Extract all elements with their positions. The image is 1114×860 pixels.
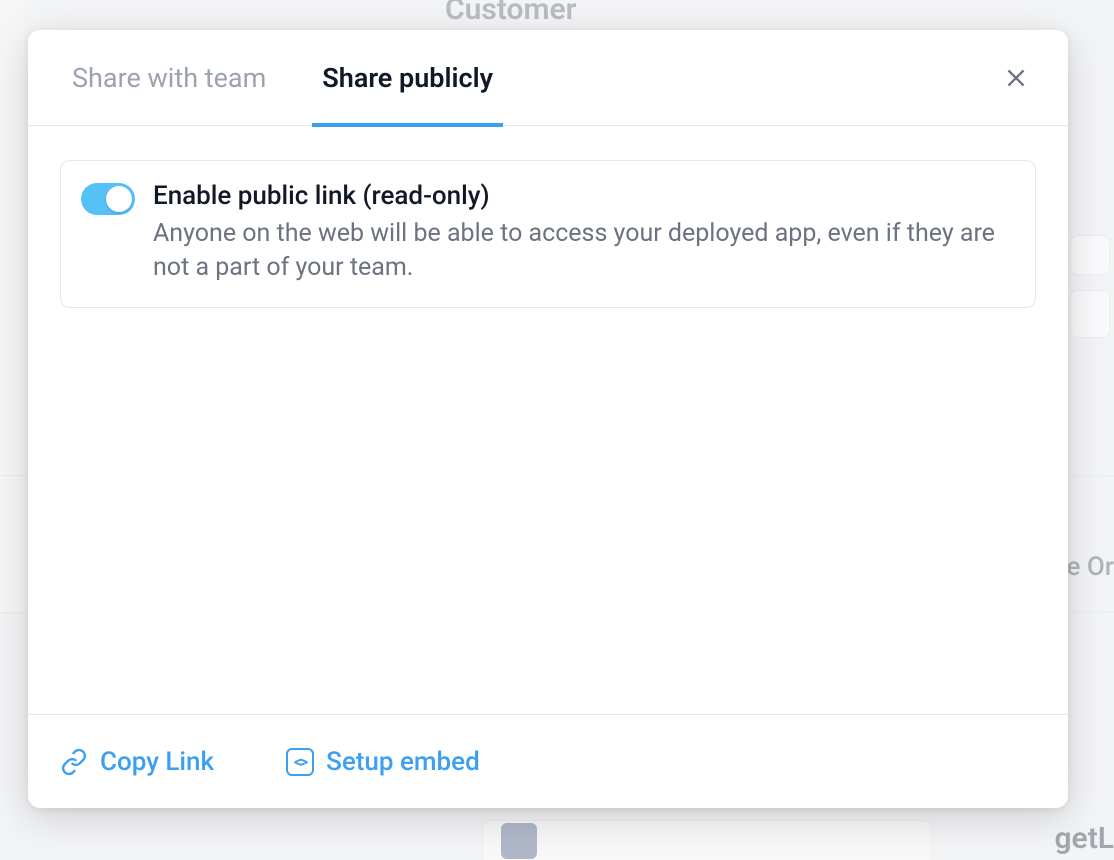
card-description: Anyone on the web will be able to access…: [153, 217, 1013, 285]
public-link-card: Enable public link (read-only) Anyone on…: [60, 160, 1036, 308]
enable-public-link-toggle[interactable]: [81, 183, 135, 215]
share-modal: Share with team Share publicly Enable pu…: [28, 30, 1068, 808]
close-icon: [1003, 65, 1029, 91]
bg-bottom-fragment: getL: [1054, 821, 1114, 856]
setup-embed-button[interactable]: <> Setup embed: [286, 747, 480, 777]
modal-footer: Copy Link <> Setup embed: [28, 714, 1068, 808]
copy-link-button[interactable]: Copy Link: [60, 747, 214, 777]
modal-header: Share with team Share publicly: [28, 30, 1068, 126]
card-title: Enable public link (read-only): [153, 181, 1013, 211]
close-button[interactable]: [998, 60, 1034, 96]
tab-share-team[interactable]: Share with team: [72, 30, 266, 126]
link-icon: [60, 748, 88, 776]
modal-body: Enable public link (read-only) Anyone on…: [28, 126, 1068, 714]
code-icon: <>: [286, 748, 314, 776]
tab-share-public[interactable]: Share publicly: [322, 30, 493, 126]
copy-link-label: Copy Link: [100, 747, 214, 777]
bg-title-fragment: Customer: [445, 0, 576, 27]
setup-embed-label: Setup embed: [326, 747, 480, 777]
bg-right-fragment: e Or: [1067, 552, 1114, 582]
